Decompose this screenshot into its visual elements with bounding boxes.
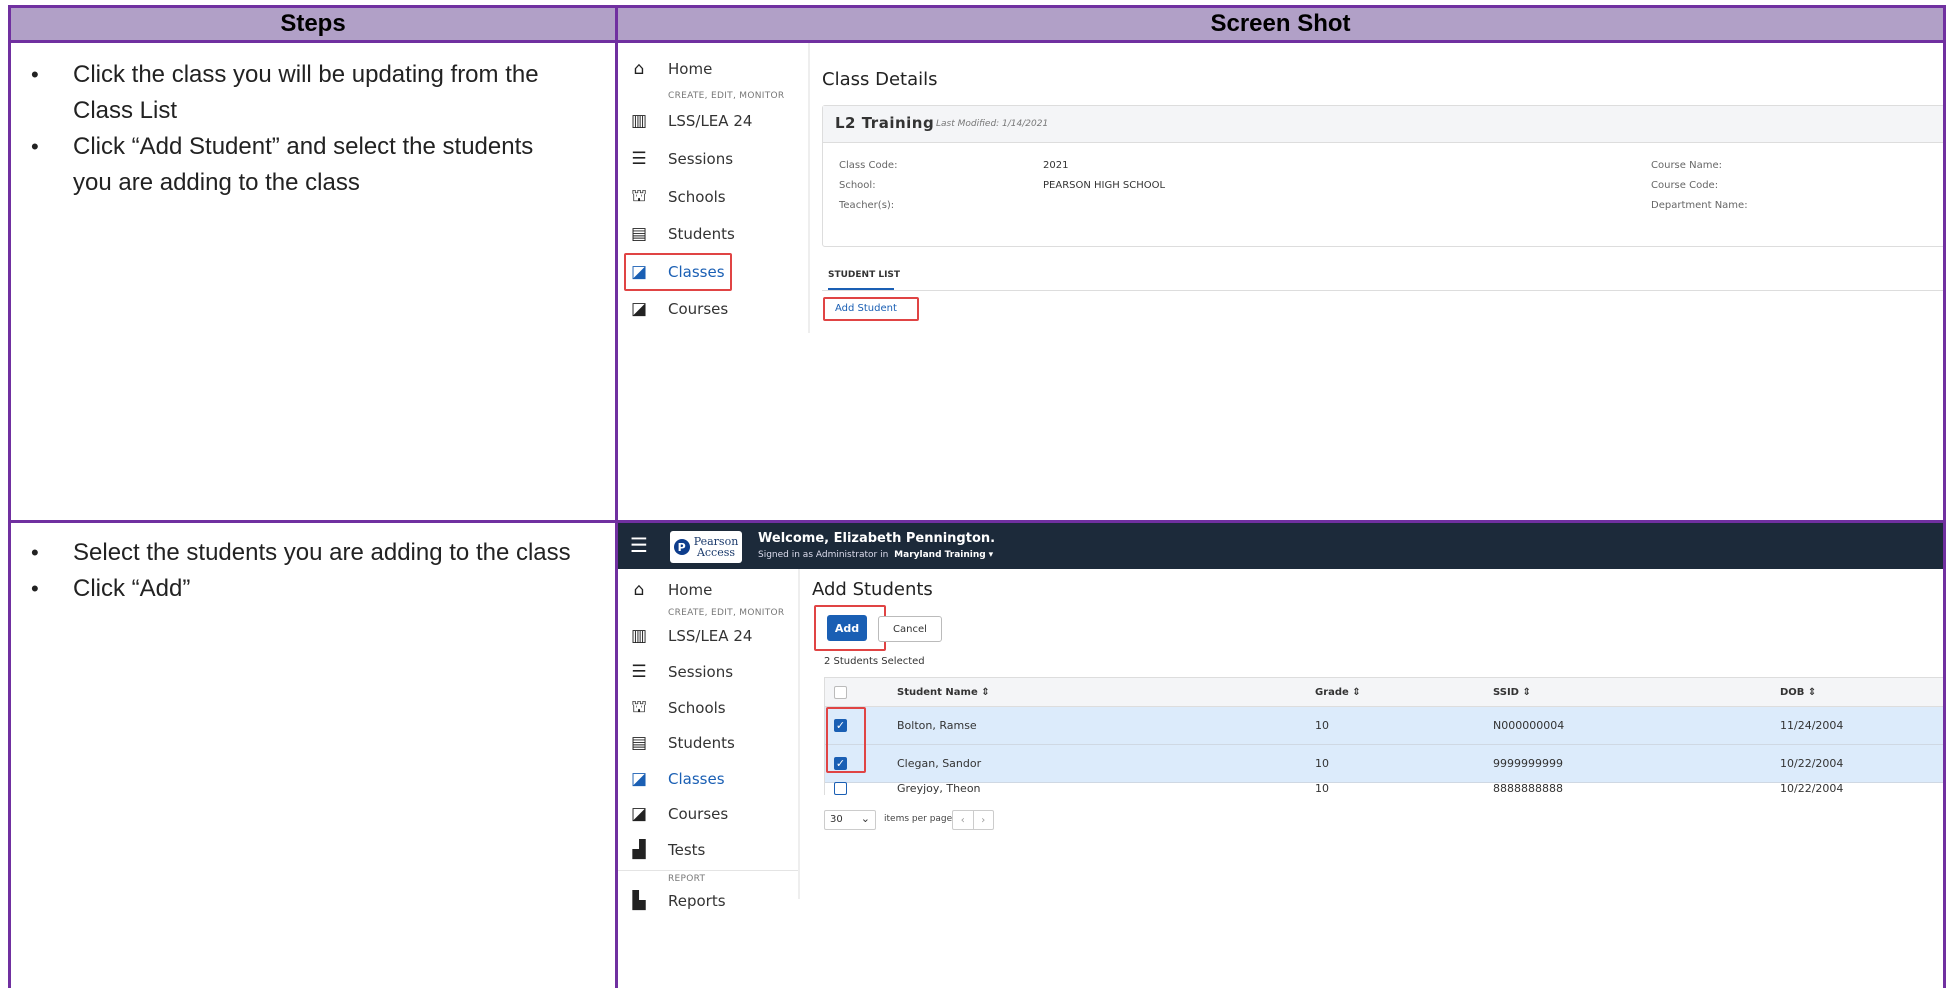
add-students-screenshot: ☰ P Pearson Access Welcome, Elizabeth Pe… [618, 523, 1943, 988]
row2-steps-list: Select the students you are adding to th… [11, 535, 615, 607]
home-icon: ⌂ [633, 580, 645, 600]
add-student-highlight [823, 297, 919, 321]
nav-section-label: CREATE, EDIT, MONITOR [668, 91, 785, 101]
instructions-table: Steps Screen Shot Click the class you wi… [8, 5, 1946, 988]
course-icon: ◪ [630, 299, 648, 319]
class-code-value: 2021 [1043, 160, 1069, 171]
nav-sessions[interactable]: ☰ Sessions [618, 141, 808, 177]
tab-student-list[interactable]: STUDENT LIST [828, 270, 900, 280]
table-row[interactable]: ✓ Clegan, Sandor 10 9999999999 10/22/200… [825, 745, 1943, 783]
row2-steps-cell: Select the students you are adding to th… [8, 520, 618, 988]
pearson-logo-icon: P [673, 539, 690, 555]
pearson-access-logo: P Pearson Access [670, 531, 742, 563]
school-label: School: [839, 180, 876, 191]
add-button-highlight [814, 605, 886, 651]
school-icon: ⛫ [631, 697, 647, 717]
table-row[interactable]: ✓ Bolton, Ramse 10 N000000004 11/24/2004 [825, 707, 1943, 745]
nav-students[interactable]: ▤ Students [618, 725, 808, 761]
row2-step-1: Select the students you are adding to th… [11, 535, 573, 571]
menu-icon[interactable]: ☰ [630, 535, 648, 555]
checkbox-highlight [826, 707, 866, 773]
col-ssid[interactable]: SSID ⇕ [1493, 687, 1531, 698]
school-value: PEARSON HIGH SCHOOL [1043, 180, 1166, 191]
nav-courses[interactable]: ◪ Courses [618, 796, 808, 832]
course-icon: ◪ [630, 804, 648, 824]
class-details-screenshot: ⌂ Home CREATE, EDIT, MONITOR ▥ LSS/LEA 2… [618, 43, 1943, 520]
per-page-label: items per page [884, 814, 953, 824]
steps-header: Steps [8, 5, 618, 43]
signed-in-line: Signed in as Administrator in Maryland T… [758, 550, 994, 560]
students-table: Student Name ⇕ Grade ⇕ SSID ⇕ DOB ⇕ ✓ Bo… [824, 677, 1943, 816]
row2-screenshot-cell: ☰ P Pearson Access Welcome, Elizabeth Pe… [615, 520, 1946, 988]
row-checkbox[interactable] [834, 782, 847, 795]
last-modified: Last Modified: 1/14/2021 [936, 119, 1049, 129]
classes-highlight [624, 253, 732, 291]
nav-tests[interactable]: ▟ Tests [618, 832, 808, 868]
row2-step-2: Click “Add” [11, 571, 573, 607]
class-card-header: L2 Training Last Modified: 1/14/2021 [823, 106, 1943, 143]
row1-step-2: Click “Add Student” and select the stude… [11, 129, 553, 201]
course-name-label: Course Name: [1651, 160, 1722, 171]
nav-home[interactable]: ⌂ Home [618, 572, 808, 608]
teachers-label: Teacher(s): [839, 200, 895, 211]
nav-students[interactable]: ▤ Students [618, 216, 808, 252]
nav-schools[interactable]: ⛫ Schools [618, 179, 808, 215]
pager: ‹ › [952, 810, 994, 830]
page-title: Add Students [812, 579, 933, 600]
building-icon: ▥ [630, 626, 648, 646]
cancel-button[interactable]: Cancel [878, 616, 942, 642]
row1-steps-list: Click the class you will be updating fro… [11, 57, 615, 201]
add-students-main: Add Students Add Cancel 2 Students Selec… [800, 569, 1943, 988]
logo-text: Pearson Access [693, 535, 739, 559]
nav-section-label: CREATE, EDIT, MONITOR [668, 608, 785, 618]
app-topbar: ☰ P Pearson Access Welcome, Elizabeth Pe… [618, 523, 1943, 569]
selected-count: 2 Students Selected [824, 656, 925, 667]
course-code-label: Course Code: [1651, 180, 1719, 191]
class-card: L2 Training Last Modified: 1/14/2021 Cla… [822, 105, 1943, 247]
row1-screenshot-cell: ⌂ Home CREATE, EDIT, MONITOR ▥ LSS/LEA 2… [615, 40, 1946, 523]
sidebar-nav-2: ⌂ Home CREATE, EDIT, MONITOR ▥ LSS/LEA 2… [618, 569, 808, 911]
col-dob[interactable]: DOB ⇕ [1780, 687, 1816, 698]
next-page-icon[interactable]: › [974, 811, 994, 829]
classroom-icon: ◪ [630, 769, 648, 789]
tests-icon: ▟ [632, 840, 646, 860]
org-dropdown[interactable]: Maryland Training [894, 550, 986, 560]
class-code-label: Class Code: [839, 160, 898, 171]
welcome-text: Welcome, Elizabeth Pennington. [758, 531, 996, 546]
checklist-icon: ☰ [631, 662, 647, 682]
col-student-name[interactable]: Student Name ⇕ [897, 687, 990, 698]
chevron-down-icon: ⌄ [860, 812, 870, 825]
nav-home[interactable]: ⌂ Home [618, 51, 808, 87]
caret-down-icon[interactable]: ▾ [989, 550, 994, 560]
nav-sessions[interactable]: ☰ Sessions [618, 654, 808, 690]
nav-lss-lea[interactable]: ▥ LSS/LEA 24 [618, 618, 808, 654]
row1-step-1: Click the class you will be updating fro… [11, 57, 553, 129]
screenshot-header: Screen Shot [615, 5, 1946, 43]
department-label: Department Name: [1651, 200, 1748, 211]
nav-classes[interactable]: ◪ Classes [618, 761, 808, 797]
page-title: Class Details [822, 69, 938, 90]
nav-reports[interactable]: ▙ Reports [618, 883, 808, 919]
row1-steps-cell: Click the class you will be updating fro… [8, 40, 618, 523]
sidebar-nav: ⌂ Home CREATE, EDIT, MONITOR ▥ LSS/LEA 2… [618, 43, 808, 333]
reports-icon: ▙ [632, 891, 646, 911]
students-icon: ▤ [630, 224, 648, 244]
nav-courses[interactable]: ◪ Courses [618, 291, 808, 327]
select-all-checkbox[interactable] [834, 686, 847, 699]
tab-divider [822, 290, 1943, 291]
checklist-icon: ☰ [631, 149, 647, 169]
class-details-main: Class Details L2 Training Last Modified:… [810, 43, 1943, 520]
home-icon: ⌂ [633, 59, 645, 79]
nav-divider [618, 870, 798, 871]
nav-lss-lea[interactable]: ▥ LSS/LEA 24 [618, 103, 808, 139]
students-icon: ▤ [630, 733, 648, 753]
col-grade[interactable]: Grade ⇕ [1315, 687, 1361, 698]
building-icon: ▥ [630, 111, 648, 131]
prev-page-icon[interactable]: ‹ [953, 811, 974, 829]
class-name: L2 Training [835, 114, 935, 132]
nav-schools[interactable]: ⛫ Schools [618, 690, 808, 726]
per-page-select[interactable]: 30 ⌄ [824, 810, 876, 830]
table-header: Student Name ⇕ Grade ⇕ SSID ⇕ DOB ⇕ [825, 678, 1943, 707]
school-icon: ⛫ [631, 186, 647, 206]
